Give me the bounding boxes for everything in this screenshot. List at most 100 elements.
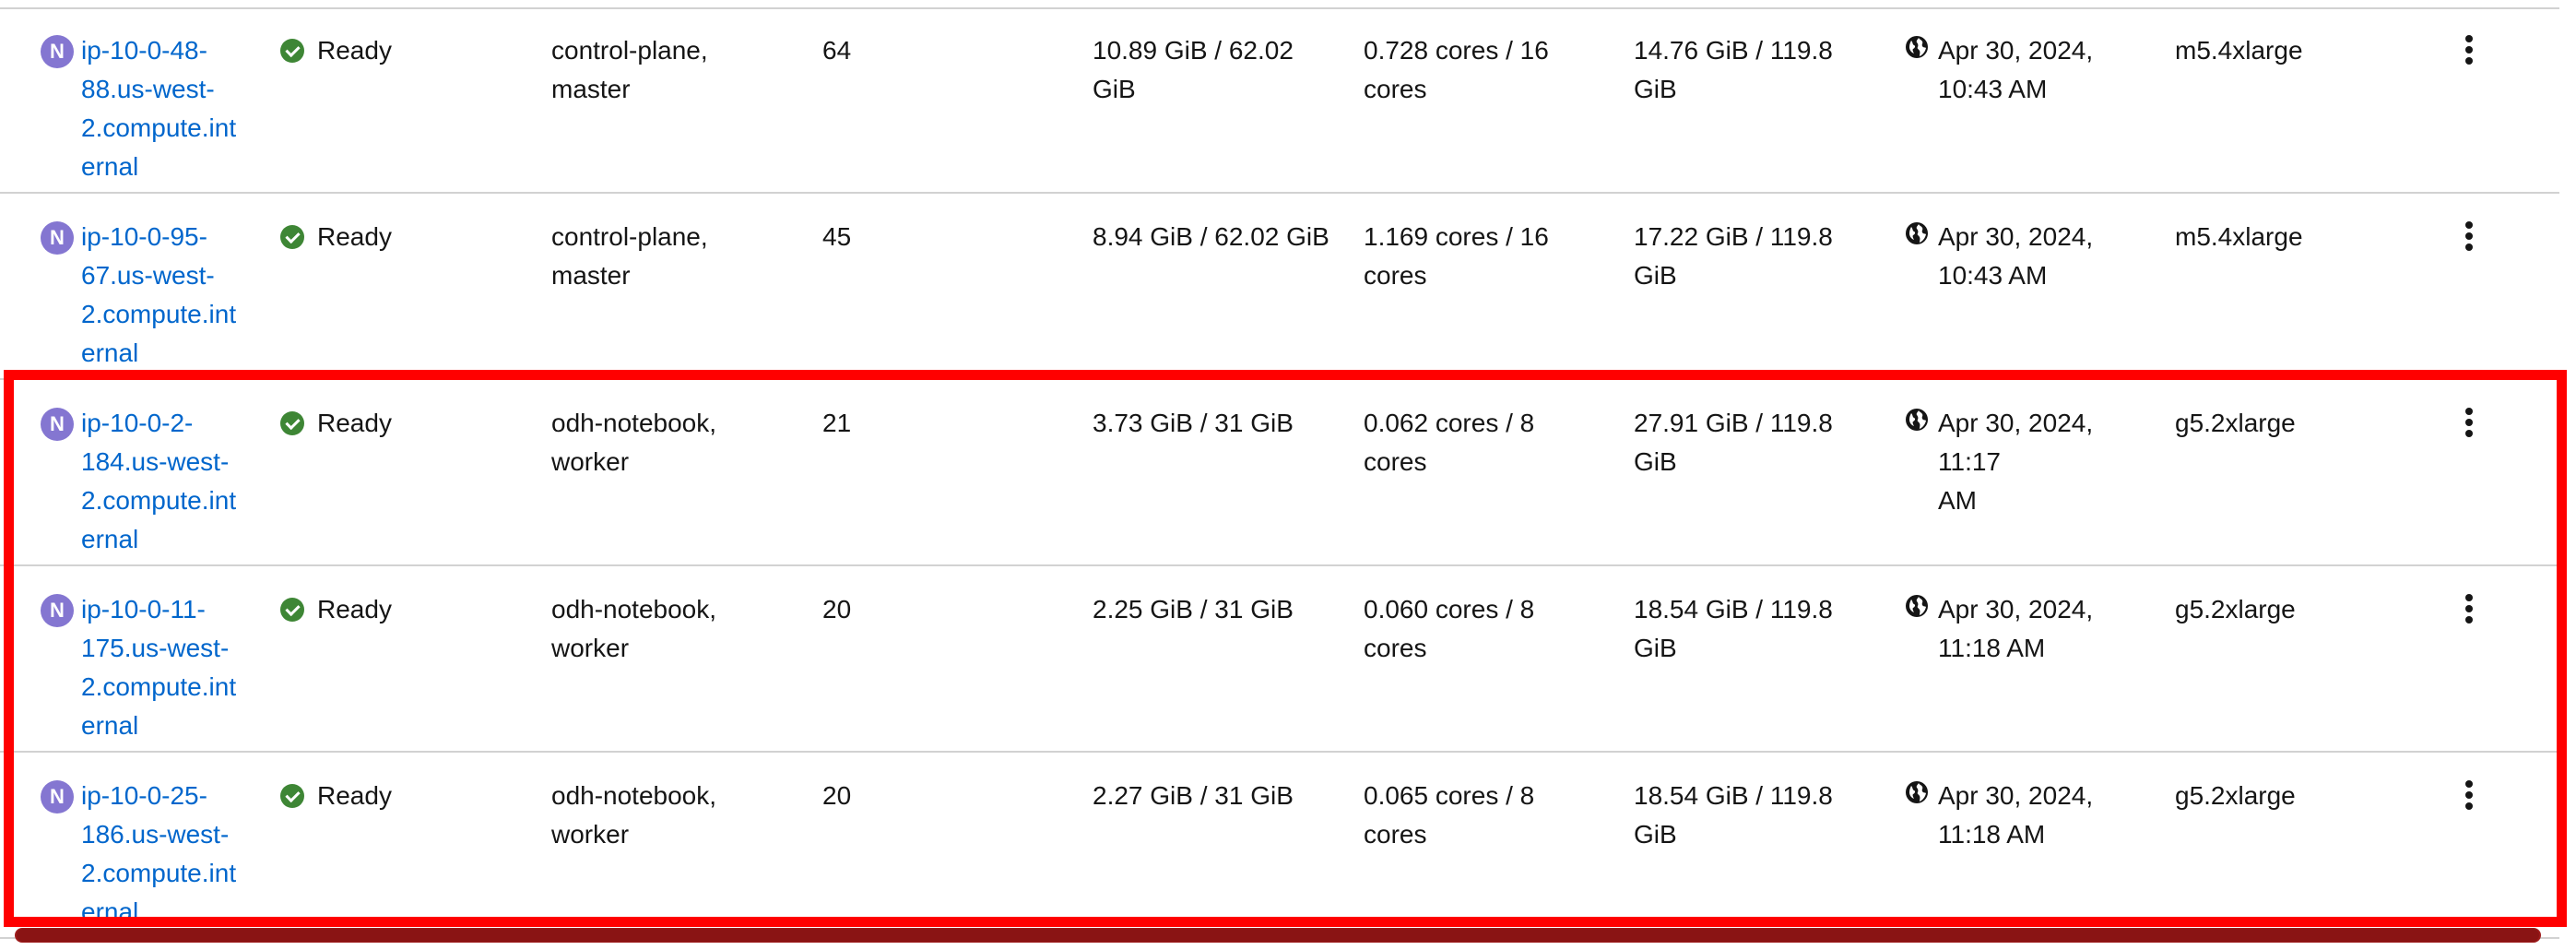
node-name-cell: N ip-10-0-48- 88.us-west- 2.compute.int …	[41, 31, 253, 186]
check-circle-icon	[280, 39, 304, 63]
instance-type: m5.4xlarge	[2175, 222, 2303, 251]
cpu-line: cores	[1364, 634, 1427, 662]
memory-line: 8.94 GiB / 62.02 GiB	[1093, 222, 1329, 251]
kebab-dot	[2465, 605, 2473, 612]
node-name-line: 2.compute.int	[81, 859, 237, 887]
filesystem-value: 14.76 GiB / 119.8 GiB	[1634, 36, 1833, 103]
kebab-menu-icon[interactable]	[2465, 780, 2476, 810]
globe-icon	[1906, 781, 1928, 803]
instance-type: g5.2xlarge	[2175, 595, 2296, 623]
node-name-link[interactable]: ip-10-0-95- 67.us-west- 2.compute.int er…	[81, 218, 253, 373]
node-name-cell: N ip-10-0-25- 186.us-west- 2.compute.int…	[41, 777, 253, 932]
cpu-line: cores	[1364, 75, 1427, 103]
status-label: Ready	[317, 781, 392, 810]
kebab-dot	[2465, 243, 2473, 251]
row-actions-cell	[2465, 221, 2484, 255]
kebab-menu-icon[interactable]	[2465, 408, 2476, 437]
role-cell: odh-notebook, worker	[551, 404, 791, 481]
kebab-dot	[2465, 221, 2473, 229]
cpu-cell: 0.065 cores / 8 cores	[1364, 777, 1613, 854]
created-timestamp: Apr 30, 2024, 11:18 AM	[1905, 590, 2145, 668]
instance-type: m5.4xlarge	[2175, 36, 2303, 65]
created-timestamp: Apr 30, 2024, 10:43 AM	[1905, 218, 2145, 295]
node-badge-icon: N	[41, 408, 74, 441]
pods-cell: 64	[822, 31, 1053, 70]
kebab-dot	[2465, 791, 2473, 799]
globe-icon	[1906, 36, 1928, 58]
status-label: Ready	[317, 36, 392, 65]
role-line: worker	[551, 634, 630, 662]
horizontal-scrollbar-thumb[interactable]	[17, 929, 2539, 942]
cpu-line: 0.728 cores / 16	[1364, 36, 1549, 65]
memory-cell: 3.73 GiB / 31 GiB	[1093, 404, 1341, 443]
pods-count: 20	[822, 781, 852, 810]
status-cell: Ready	[280, 590, 520, 629]
globe-icon	[1906, 222, 1928, 244]
created-cell: Apr 30, 2024, 11:17 AM	[1905, 404, 2145, 520]
instance-type-cell: m5.4xlarge	[2175, 31, 2415, 70]
cpu-line: cores	[1364, 820, 1427, 849]
kebab-dot	[2465, 35, 2473, 42]
cpu-line: 0.065 cores / 8	[1364, 781, 1535, 810]
created-cell: Apr 30, 2024, 10:43 AM	[1905, 218, 2145, 295]
node-badge-icon: N	[41, 221, 74, 255]
created-timestamp: Apr 30, 2024, 11:18 AM	[1905, 777, 2145, 854]
memory-line: 3.73 GiB / 31 GiB	[1093, 409, 1294, 437]
created-line: 11:18 AM	[1938, 634, 2046, 662]
kebab-dot	[2465, 408, 2473, 415]
row-actions-cell	[2465, 408, 2484, 441]
kebab-dot	[2465, 46, 2473, 53]
node-name-link[interactable]: ip-10-0-11- 175.us-west- 2.compute.int e…	[81, 590, 253, 745]
role-cell: odh-notebook, worker	[551, 590, 791, 668]
globe-icon	[1906, 409, 1928, 431]
node-badge-icon: N	[41, 780, 74, 813]
created-line: Apr 30, 2024,	[1938, 222, 2094, 251]
node-name-link[interactable]: ip-10-0-25- 186.us-west- 2.compute.int e…	[81, 777, 253, 932]
node-name-link[interactable]: ip-10-0-2- 184.us-west- 2.compute.int er…	[81, 404, 253, 559]
kebab-dot	[2465, 616, 2473, 623]
role-cell: odh-notebook, worker	[551, 777, 791, 854]
table-row: N ip-10-0-11- 175.us-west- 2.compute.int…	[0, 566, 2559, 753]
kebab-menu-icon[interactable]	[2465, 594, 2476, 623]
filesystem-cell: 14.76 GiB / 119.8 GiB	[1634, 31, 1883, 109]
node-name-line: 184.us-west-	[81, 447, 230, 476]
cpu-cell: 0.062 cores / 8 cores	[1364, 404, 1613, 481]
created-line: 11:18 AM	[1938, 820, 2046, 849]
node-name-line: 2.compute.int	[81, 672, 237, 701]
pods-count: 45	[822, 222, 852, 251]
node-badge-icon: N	[41, 594, 74, 627]
cpu-cell: 0.060 cores / 8 cores	[1364, 590, 1613, 668]
pods-cell: 20	[822, 777, 1053, 815]
role-line: control-plane,	[551, 222, 708, 251]
node-name-link[interactable]: ip-10-0-48- 88.us-west- 2.compute.int er…	[81, 31, 253, 186]
created-line: Apr 30, 2024,	[1938, 595, 2094, 623]
cpu-line: 0.062 cores / 8	[1364, 409, 1535, 437]
created-line: 10:43 AM	[1938, 261, 2048, 290]
row-actions-cell	[2465, 35, 2484, 68]
node-name-line: 88.us-west-	[81, 75, 215, 103]
memory-line: 2.25 GiB / 31 GiB	[1093, 595, 1294, 623]
status-label: Ready	[317, 409, 392, 437]
instance-type-cell: g5.2xlarge	[2175, 404, 2415, 443]
created-line: 10:43 AM	[1938, 75, 2048, 103]
node-name-line: ip-10-0-2-	[81, 409, 194, 437]
filesystem-cell: 17.22 GiB / 119.8 GiB	[1634, 218, 1883, 295]
memory-cell: 10.89 GiB / 62.02 GiB	[1093, 31, 1341, 109]
pods-count: 21	[822, 409, 852, 437]
kebab-dot	[2465, 57, 2473, 65]
row-actions-cell	[2465, 594, 2484, 627]
memory-cell: 8.94 GiB / 62.02 GiB	[1093, 218, 1341, 256]
kebab-menu-icon[interactable]	[2465, 35, 2476, 65]
pods-cell: 20	[822, 590, 1053, 629]
filesystem-cell: 27.91 GiB / 119.8 GiB	[1634, 404, 1883, 481]
pods-cell: 21	[822, 404, 1053, 443]
node-name-cell: N ip-10-0-2- 184.us-west- 2.compute.int …	[41, 404, 253, 559]
node-name-line: ip-10-0-95-	[81, 222, 207, 251]
node-name-line: 2.compute.int	[81, 113, 237, 142]
cpu-line: 0.060 cores / 8	[1364, 595, 1535, 623]
kebab-menu-icon[interactable]	[2465, 221, 2476, 251]
pods-count: 20	[822, 595, 852, 623]
kebab-dot	[2465, 419, 2473, 426]
pods-count: 64	[822, 36, 852, 65]
node-name-line: ernal	[81, 152, 139, 181]
